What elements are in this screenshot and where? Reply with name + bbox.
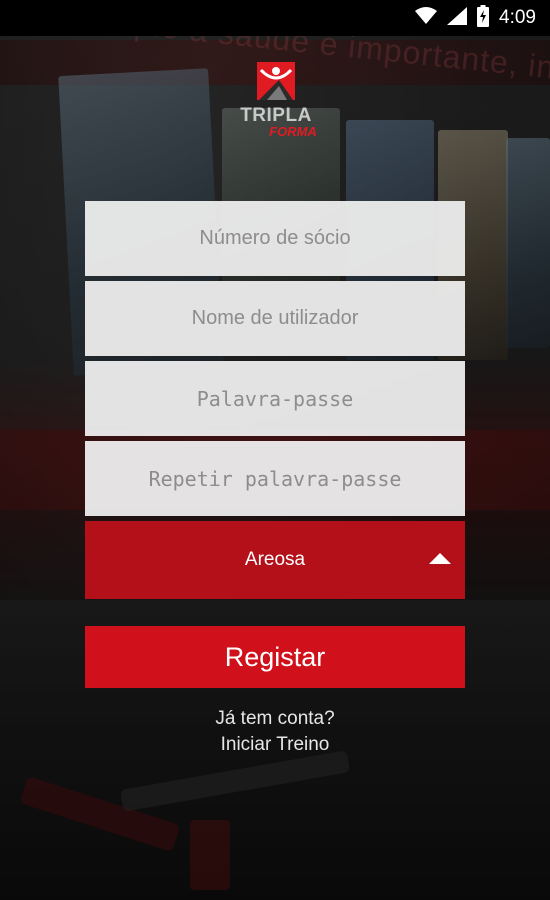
status-time: 4:09 xyxy=(499,7,536,28)
cell-signal-icon xyxy=(447,6,468,30)
repeat-password-input[interactable] xyxy=(85,441,465,516)
has-account-text: Já tem conta? xyxy=(215,708,335,729)
registration-form: Areosa xyxy=(85,201,465,599)
member-number-input[interactable] xyxy=(85,201,465,276)
register-button[interactable]: Registar xyxy=(85,626,465,688)
start-training-link[interactable]: Já tem conta? Iniciar Treino xyxy=(0,706,550,758)
logo-brand-line1: TRIPLA xyxy=(240,105,312,126)
password-input[interactable] xyxy=(85,361,465,436)
gym-select-value: Areosa xyxy=(244,549,306,570)
logo-mark-icon xyxy=(257,62,295,100)
dropdown-arrow-up-icon xyxy=(429,553,451,564)
start-training-text: Iniciar Treino xyxy=(220,734,330,755)
username-input[interactable] xyxy=(85,281,465,356)
app-logo: TRIPLA FORMA xyxy=(228,62,324,154)
gym-select-dropdown[interactable]: Areosa xyxy=(85,521,465,599)
wifi-icon xyxy=(415,6,438,30)
battery-charging-icon xyxy=(477,4,490,32)
status-bar: 4:09 xyxy=(0,0,550,36)
logo-brand-line2: FORMA xyxy=(269,124,317,139)
